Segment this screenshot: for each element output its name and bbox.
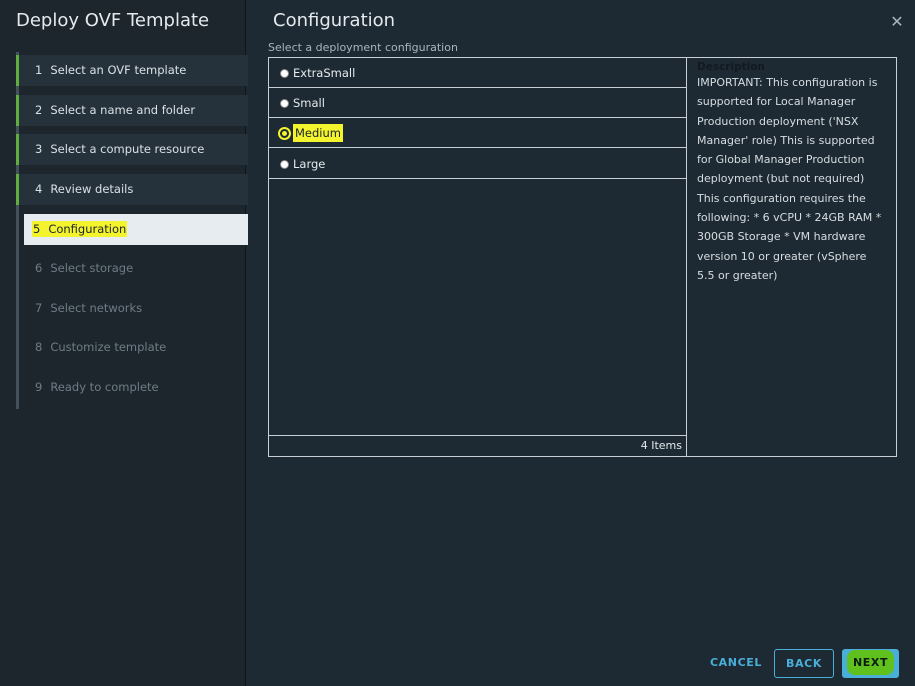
step-label: Review details (50, 182, 134, 196)
step-select-name-folder[interactable]: 2 Select a name and folder (16, 95, 248, 126)
step-label: Select a name and folder (50, 103, 196, 117)
radio-button[interactable] (280, 99, 289, 108)
step-label: Customize template (50, 340, 167, 354)
page-title: Configuration (273, 10, 396, 31)
option-row-extrasmall[interactable]: ExtraSmall (269, 58, 686, 88)
step-customize-template: 8 Customize template (19, 332, 248, 363)
option-row-small[interactable]: Small (269, 88, 686, 118)
description-panel: Description IMPORTANT: This configuratio… (688, 58, 896, 456)
next-button-label: NEXT (846, 650, 895, 675)
wizard-title: Deploy OVF Template (16, 10, 210, 31)
next-button[interactable]: NEXT (842, 649, 899, 678)
step-label: Select storage (50, 261, 134, 275)
radio-button[interactable] (280, 69, 289, 78)
step-number: 4 (35, 182, 43, 196)
step-ready-to-complete: 9 Ready to complete (19, 372, 248, 403)
step-label: Select networks (50, 301, 143, 315)
step-number: 1 (35, 63, 43, 77)
step-label: Ready to complete (50, 380, 159, 394)
back-button[interactable]: BACK (774, 649, 834, 678)
main-panel: Configuration ✕ Select a deployment conf… (247, 0, 915, 686)
option-label: Medium (293, 124, 343, 142)
step-number: 3 (35, 142, 43, 156)
step-select-storage: 6 Select storage (19, 253, 248, 284)
step-label: Select a compute resource (50, 142, 205, 156)
step-number: 6 (35, 261, 43, 275)
step-select-compute-resource[interactable]: 3 Select a compute resource (16, 134, 248, 165)
step-number: 2 (35, 103, 43, 117)
option-label: Small (293, 96, 325, 110)
radio-button[interactable] (280, 160, 289, 169)
option-row-large[interactable]: Large (269, 149, 686, 179)
option-row-medium[interactable]: Medium (269, 118, 686, 148)
step-number: 9 (35, 380, 43, 394)
items-count: 4 Items (269, 435, 686, 456)
configuration-panel: ExtraSmall Small Medium Large 4 Items De… (268, 57, 897, 457)
step-select-networks: 7 Select networks (19, 293, 248, 324)
step-configuration[interactable]: 5 Configuration (24, 214, 248, 245)
wizard-steps: 1 Select an OVF template 2 Select a name a… (16, 52, 248, 409)
cancel-button[interactable]: CANCEL (705, 649, 767, 678)
step-number: 7 (35, 301, 43, 315)
step-select-ovf-template[interactable]: 1 Select an OVF template (16, 55, 248, 86)
option-label: Large (293, 157, 326, 171)
step-number: 5 (33, 222, 41, 236)
step-number: 8 (35, 340, 43, 354)
option-label: ExtraSmall (293, 66, 356, 80)
radio-button-selected[interactable] (280, 129, 289, 138)
step-label: Select an OVF template (50, 63, 187, 77)
step-label: Configuration (48, 222, 127, 236)
configuration-options-list: ExtraSmall Small Medium Large 4 Items (269, 58, 687, 456)
step-review-details[interactable]: 4 Review details (16, 174, 248, 205)
description-text: IMPORTANT: This configuration is support… (697, 76, 882, 282)
page-subtitle: Select a deployment configuration (268, 41, 458, 54)
close-icon[interactable]: ✕ (889, 14, 905, 30)
description-heading: Description (697, 61, 765, 73)
wizard-sidebar: Deploy OVF Template 1 Select an OVF templ… (0, 0, 248, 686)
